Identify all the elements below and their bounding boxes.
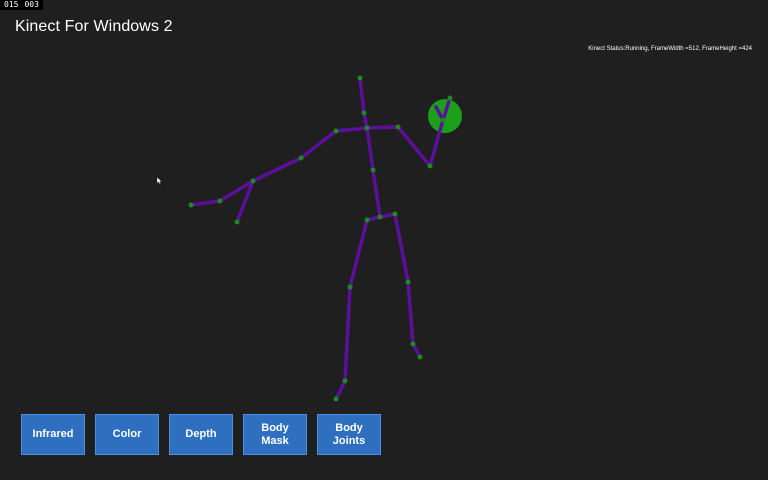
joint-ankle-right (410, 341, 416, 347)
joint-elbow-right (427, 163, 433, 169)
bone-thigh-right (393, 212, 410, 284)
joint-head (357, 75, 363, 81)
bone-shin-left (343, 285, 352, 383)
skeleton-joints (188, 75, 453, 402)
joint-hand-tip-left (188, 202, 194, 208)
mouse-cursor-icon (157, 177, 163, 185)
joint-neck (361, 110, 367, 116)
color-button[interactable]: Color (95, 414, 159, 455)
bone-shin-right (406, 280, 415, 346)
joint-shoulder-left (333, 128, 339, 134)
bone-foot-left (334, 379, 347, 401)
joint-hand-left (217, 198, 223, 204)
joint-ankle-left (342, 378, 348, 384)
bone-upper-arm-right (396, 125, 432, 168)
body-mask-button[interactable]: Body Mask (243, 414, 307, 455)
joint-wrist-right (440, 117, 446, 123)
joint-hip-right (392, 211, 398, 217)
joint-spine-mid (370, 167, 376, 173)
bone-head-neck (358, 76, 366, 115)
joint-spine-shoulder (364, 125, 370, 131)
joint-elbow-left (298, 155, 304, 161)
joint-hip-left (364, 217, 370, 223)
bone-shoulder-right (365, 125, 400, 130)
bone-thigh-left (348, 218, 369, 289)
depth-button[interactable]: Depth (169, 414, 233, 455)
skeleton-bones (189, 76, 452, 401)
joint-knee-right (405, 279, 411, 285)
bone-forearm-left (251, 156, 303, 183)
infrared-button[interactable]: Infrared (21, 414, 85, 455)
joint-foot-right (417, 354, 423, 360)
joint-spine-base (377, 214, 383, 220)
joint-foot-left (333, 396, 339, 402)
kinect-app-window: 015 003 Kinect For Windows 2 Kinect Stat… (0, 0, 768, 480)
bone-spine-mid-spine-base (371, 168, 382, 219)
bone-shoulder-left (334, 126, 369, 133)
joint-shoulder-right (395, 124, 401, 130)
body-skeleton-canvas (188, 75, 462, 402)
bone-hand-tip-left (189, 199, 222, 207)
bone-spine-shoulder-spine-mid (365, 126, 375, 172)
joint-hand-tip-right (447, 95, 453, 101)
body-joints-button[interactable]: Body Joints (317, 414, 381, 455)
joint-knee-left (347, 284, 353, 290)
joint-wrist-left (250, 178, 256, 184)
bone-upper-arm-left (299, 129, 338, 160)
stream-mode-toolbar: Infrared Color Depth Body Mask Body Join… (21, 414, 381, 455)
joint-thumb-left (234, 219, 240, 225)
